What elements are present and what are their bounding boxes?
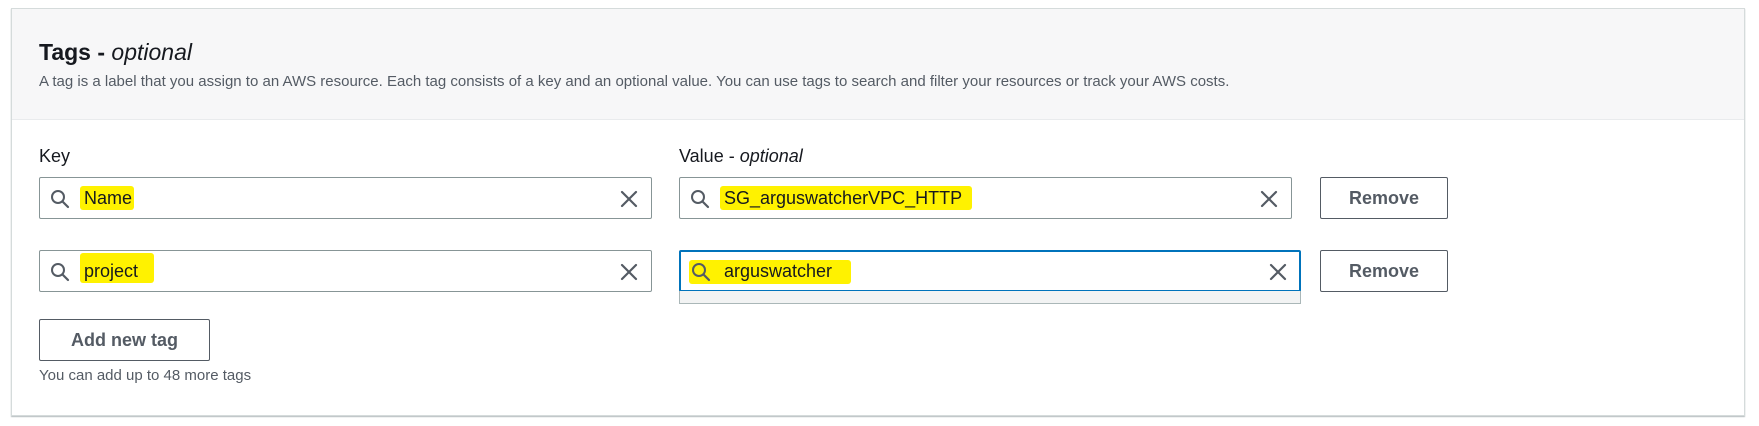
tag-value-value: arguswatcher <box>724 261 833 281</box>
title-optional: optional <box>111 39 192 65</box>
autosuggest-dropdown <box>679 291 1301 304</box>
tags-panel: Tags - optional A tag is a label that yo… <box>11 8 1745 416</box>
tags-limit-hint: You can add up to 48 more tags <box>39 367 252 384</box>
tag-key-input[interactable]: project <box>39 250 652 292</box>
close-icon[interactable] <box>1259 189 1279 209</box>
value-label-optional: optional <box>739 146 803 166</box>
tag-value-value: SG_arguswatcherVPC_HTTP <box>724 188 963 208</box>
close-icon[interactable] <box>1268 262 1288 282</box>
remove-tag-button[interactable]: Remove <box>1320 177 1448 219</box>
remove-tag-button[interactable]: Remove <box>1320 250 1448 292</box>
search-icon <box>51 263 70 282</box>
search-icon <box>691 190 710 209</box>
tag-value-input[interactable]: SG_arguswatcherVPC_HTTP <box>679 177 1292 219</box>
title-text: Tags - <box>39 39 112 65</box>
value-label-text: Value - <box>679 146 740 166</box>
panel-header: Tags - optional A tag is a label that yo… <box>12 9 1744 120</box>
value-label: Value - optional <box>679 146 803 167</box>
section-title: Tags - optional <box>39 39 192 66</box>
search-icon <box>692 263 711 282</box>
key-label: Key <box>39 146 71 166</box>
section-description: A tag is a label that you assign to an A… <box>39 73 1230 90</box>
search-icon <box>51 190 70 209</box>
tag-key-input[interactable]: Name <box>39 177 652 219</box>
add-new-tag-button[interactable]: Add new tag <box>39 319 210 361</box>
close-icon[interactable] <box>619 262 639 282</box>
tag-value-input[interactable]: arguswatcher <box>679 250 1301 292</box>
tag-key-value: project <box>84 261 139 281</box>
tag-key-value: Name <box>84 188 133 208</box>
close-icon[interactable] <box>619 189 639 209</box>
